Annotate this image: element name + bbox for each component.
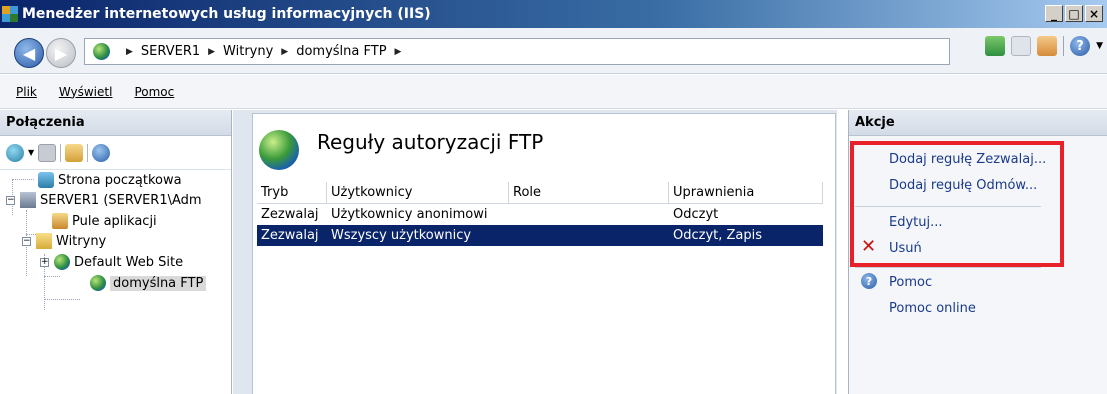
connections-toolbar: ▼ <box>0 136 231 170</box>
tree-item-start-page[interactable]: Strona początkowa <box>38 170 182 190</box>
tree-item-label: domyślna FTP <box>110 275 207 291</box>
rules-grid: Tryb Użytkownicy Role Uprawnienia Zezwal… <box>257 182 823 246</box>
table-row[interactable]: Zezwalaj Użytkownicy anonimowi Odczyt <box>257 204 823 225</box>
window-title: Menedżer internetowych usług informacyjn… <box>22 6 431 22</box>
cell-permissions: Odczyt, Zapis <box>673 228 763 243</box>
iis-app-icon <box>2 6 18 22</box>
tree-item-default-web-site[interactable]: + Default Web Site <box>40 252 183 272</box>
tree-item-server[interactable]: − SERVER1 (SERVER1\Adm <box>6 190 202 210</box>
toolbar-separator <box>1063 36 1065 56</box>
up-folder-icon[interactable] <box>65 143 84 162</box>
globe-icon <box>259 130 299 170</box>
save-icon[interactable] <box>38 143 57 162</box>
maximize-button[interactable]: □ <box>1065 5 1083 22</box>
stop-icon[interactable] <box>1011 36 1032 56</box>
chevron-right-icon[interactable]: ▶ <box>126 47 133 57</box>
help-online-link[interactable]: Pomoc online <box>889 301 976 316</box>
app-pool-icon <box>52 213 68 229</box>
tree-item-label: Witryny <box>56 233 107 249</box>
server-icon <box>20 192 36 208</box>
globe-icon <box>93 43 110 60</box>
globe-icon <box>54 254 70 270</box>
help-icon[interactable]: ? <box>861 273 877 289</box>
grid-header: Tryb Użytkownicy Role Uprawnienia <box>257 182 823 204</box>
forward-arrow-icon: ▶ <box>54 43 68 63</box>
chevron-right-icon[interactable]: ▶ <box>281 47 288 57</box>
breadcrumb-ftp-site[interactable]: domyślna FTP <box>296 44 386 59</box>
close-button[interactable]: × <box>1085 5 1103 22</box>
tree-item-label: Strona początkowa <box>58 172 182 188</box>
column-header-users[interactable]: Użytkownicy <box>327 182 509 203</box>
column-header-permissions[interactable]: Uprawnienia <box>669 182 823 203</box>
menu-file[interactable]: Plik <box>16 85 37 99</box>
chevron-right-icon[interactable]: ▶ <box>395 47 402 57</box>
cell-mode: Zezwalaj <box>261 228 319 243</box>
menu-bar: Plik Wyświetl Pomoc <box>0 75 1107 109</box>
toolbar-separator <box>87 143 89 162</box>
home-icon[interactable] <box>1037 36 1058 56</box>
cell-users: Użytkownicy anonimowi <box>331 207 488 222</box>
collapse-icon[interactable]: − <box>6 195 15 205</box>
menu-view[interactable]: Wyświetl <box>59 85 113 99</box>
back-button[interactable]: ◀ <box>14 38 44 68</box>
expand-icon[interactable]: + <box>40 257 49 267</box>
address-toolbar: ◀ ▶ ▶ SERVER1 ▶ Witryny ▶ domyślna FTP ▶… <box>0 28 1107 74</box>
cell-mode: Zezwalaj <box>261 207 319 222</box>
cell-users: Wszyscy użytkownicy <box>331 228 472 243</box>
chevron-right-icon[interactable]: ▶ <box>208 47 215 57</box>
tree-item-label: SERVER1 (SERVER1\Adm <box>40 192 202 208</box>
tree-item-sites[interactable]: − Witryny <box>22 231 106 251</box>
tree-item-ftp-site[interactable]: domyślna FTP <box>90 273 207 293</box>
address-breadcrumb[interactable]: ▶ SERVER1 ▶ Witryny ▶ domyślna FTP ▶ <box>84 38 950 65</box>
cell-permissions: Odczyt <box>673 207 719 222</box>
folder-icon <box>36 233 52 249</box>
globe-icon <box>90 275 106 291</box>
tree-item-app-pools[interactable]: Pule aplikacji <box>52 211 157 231</box>
help-link[interactable]: Pomoc <box>889 275 932 290</box>
collapse-icon[interactable]: − <box>22 236 31 246</box>
page-title: Reguły autoryzacji FTP <box>317 130 544 154</box>
breadcrumb-server[interactable]: SERVER1 <box>141 44 200 59</box>
tree-item-label: Default Web Site <box>74 254 184 270</box>
tree-item-label: Pule aplikacji <box>72 213 157 229</box>
column-header-mode[interactable]: Tryb <box>257 182 327 203</box>
highlight-box <box>850 141 1064 267</box>
chevron-down-icon[interactable]: ▼ <box>28 148 34 157</box>
column-header-roles[interactable]: Role <box>509 182 669 203</box>
chevron-down-icon[interactable]: ▼ <box>1096 41 1103 51</box>
forward-button[interactable]: ▶ <box>46 38 76 68</box>
ftp-authorization-panel: Reguły autoryzacji FTP Tryb Użytkownicy … <box>252 113 836 394</box>
refresh-icon[interactable] <box>985 36 1006 56</box>
menu-help[interactable]: Pomoc <box>134 85 174 99</box>
connect-icon[interactable] <box>6 143 24 162</box>
back-arrow-icon: ◀ <box>22 43 36 63</box>
title-bar: Menedżer internetowych usług informacyjn… <box>0 0 1107 28</box>
minimize-button[interactable]: _ <box>1045 5 1063 22</box>
toolbar-separator <box>60 143 62 162</box>
help-icon[interactable]: ? <box>1070 36 1091 56</box>
connections-header: Połączenia <box>0 110 231 136</box>
actions-header: Akcje <box>849 110 1107 136</box>
connections-panel: Połączenia ▼ Strona początkowa − SERVER1… <box>0 110 232 394</box>
breadcrumb-sites[interactable]: Witryny <box>223 44 273 59</box>
table-row[interactable]: Zezwalaj Wszyscy użytkownicy Odczyt, Zap… <box>257 225 823 246</box>
disconnect-icon[interactable] <box>92 143 111 162</box>
actions-separator <box>855 267 1041 268</box>
home-icon <box>38 172 54 188</box>
